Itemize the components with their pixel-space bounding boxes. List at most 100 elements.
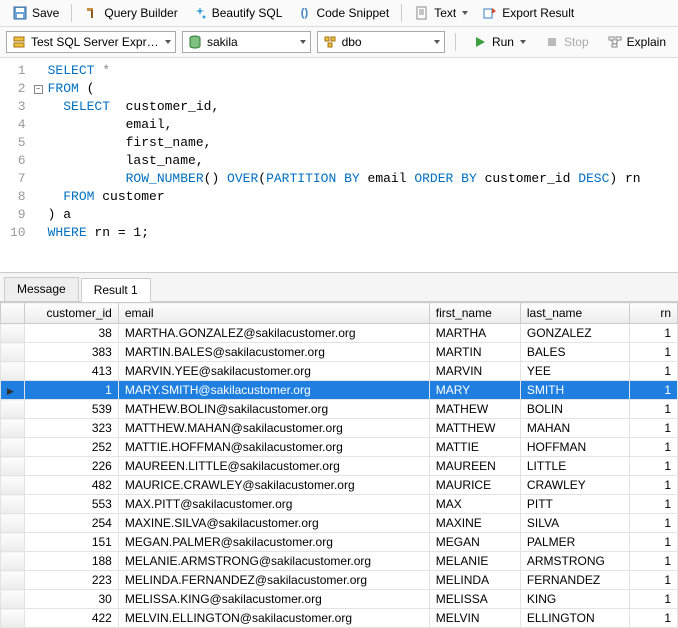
code-area[interactable]: SELECT *FROM ( SELECT customer_id, email… <box>48 62 678 242</box>
cell-rn[interactable]: 1 <box>629 533 677 552</box>
column-header-email[interactable]: email <box>118 303 429 324</box>
cell-email[interactable]: MELISSA.KING@sakilacustomer.org <box>118 590 429 609</box>
cell-customer_id[interactable]: 539 <box>24 400 118 419</box>
row-handle[interactable] <box>1 457 25 476</box>
code-snippet-button[interactable]: () Code Snippet <box>290 3 395 23</box>
table-row[interactable]: 323MATTHEW.MAHAN@sakilacustomer.orgMATTH… <box>1 419 678 438</box>
cell-first_name[interactable]: MELINDA <box>429 571 520 590</box>
table-row[interactable]: 188MELANIE.ARMSTRONG@sakilacustomer.orgM… <box>1 552 678 571</box>
cell-first_name[interactable]: MARY <box>429 381 520 400</box>
cell-email[interactable]: MARVIN.YEE@sakilacustomer.org <box>118 362 429 381</box>
cell-customer_id[interactable]: 38 <box>24 324 118 343</box>
cell-first_name[interactable]: MARTHA <box>429 324 520 343</box>
row-handle[interactable] <box>1 362 25 381</box>
row-handle[interactable] <box>1 609 25 628</box>
explain-button[interactable]: Explain <box>601 32 672 52</box>
cell-rn[interactable]: 1 <box>629 590 677 609</box>
cell-last_name[interactable]: BALES <box>520 343 629 362</box>
cell-customer_id[interactable]: 254 <box>24 514 118 533</box>
table-row[interactable]: 30MELISSA.KING@sakilacustomer.orgMELISSA… <box>1 590 678 609</box>
table-row[interactable]: 223MELINDA.FERNANDEZ@sakilacustomer.orgM… <box>1 571 678 590</box>
column-header-last_name[interactable]: last_name <box>520 303 629 324</box>
cell-customer_id[interactable]: 482 <box>24 476 118 495</box>
cell-customer_id[interactable]: 252 <box>24 438 118 457</box>
row-handle[interactable] <box>1 381 25 400</box>
cell-rn[interactable]: 1 <box>629 476 677 495</box>
table-row[interactable]: 252MATTIE.HOFFMAN@sakilacustomer.orgMATT… <box>1 438 678 457</box>
cell-last_name[interactable]: HOFFMAN <box>520 438 629 457</box>
cell-last_name[interactable]: PITT <box>520 495 629 514</box>
cell-email[interactable]: MAUREEN.LITTLE@sakilacustomer.org <box>118 457 429 476</box>
cell-last_name[interactable]: FERNANDEZ <box>520 571 629 590</box>
row-handle[interactable] <box>1 324 25 343</box>
cell-rn[interactable]: 1 <box>629 609 677 628</box>
cell-first_name[interactable]: MATTIE <box>429 438 520 457</box>
cell-customer_id[interactable]: 323 <box>24 419 118 438</box>
cell-rn[interactable]: 1 <box>629 400 677 419</box>
cell-first_name[interactable]: MELVIN <box>429 609 520 628</box>
cell-first_name[interactable]: MATHEW <box>429 400 520 419</box>
cell-last_name[interactable]: BOLIN <box>520 400 629 419</box>
cell-first_name[interactable]: MAUREEN <box>429 457 520 476</box>
cell-email[interactable]: MARTHA.GONZALEZ@sakilacustomer.org <box>118 324 429 343</box>
cell-email[interactable]: MATTHEW.MAHAN@sakilacustomer.org <box>118 419 429 438</box>
row-handle[interactable] <box>1 476 25 495</box>
cell-customer_id[interactable]: 30 <box>24 590 118 609</box>
cell-email[interactable]: MELANIE.ARMSTRONG@sakilacustomer.org <box>118 552 429 571</box>
table-row[interactable]: 383MARTIN.BALES@sakilacustomer.orgMARTIN… <box>1 343 678 362</box>
cell-first_name[interactable]: MATTHEW <box>429 419 520 438</box>
cell-customer_id[interactable]: 226 <box>24 457 118 476</box>
cell-rn[interactable]: 1 <box>629 381 677 400</box>
row-handle[interactable] <box>1 571 25 590</box>
table-row[interactable]: 1MARY.SMITH@sakilacustomer.orgMARYSMITH1 <box>1 381 678 400</box>
cell-last_name[interactable]: SMITH <box>520 381 629 400</box>
cell-last_name[interactable]: LITTLE <box>520 457 629 476</box>
cell-last_name[interactable]: YEE <box>520 362 629 381</box>
cell-email[interactable]: MAURICE.CRAWLEY@sakilacustomer.org <box>118 476 429 495</box>
fold-toggle[interactable]: − <box>34 85 43 94</box>
cell-email[interactable]: MATHEW.BOLIN@sakilacustomer.org <box>118 400 429 419</box>
cell-last_name[interactable]: CRAWLEY <box>520 476 629 495</box>
tab-message[interactable]: Message <box>4 277 79 301</box>
table-row[interactable]: 553MAX.PITT@sakilacustomer.orgMAXPITT1 <box>1 495 678 514</box>
row-handle[interactable] <box>1 514 25 533</box>
tab-result-1[interactable]: Result 1 <box>81 278 151 302</box>
cell-email[interactable]: MELVIN.ELLINGTON@sakilacustomer.org <box>118 609 429 628</box>
column-header-customer_id[interactable]: customer_id <box>24 303 118 324</box>
connection-combo[interactable]: Test SQL Server Expres <box>6 31 176 53</box>
schema-combo[interactable]: dbo <box>317 31 446 53</box>
save-button[interactable]: Save <box>6 3 65 23</box>
cell-rn[interactable]: 1 <box>629 571 677 590</box>
cell-last_name[interactable]: PALMER <box>520 533 629 552</box>
cell-rn[interactable]: 1 <box>629 362 677 381</box>
cell-first_name[interactable]: MAXINE <box>429 514 520 533</box>
table-row[interactable]: 539MATHEW.BOLIN@sakilacustomer.orgMATHEW… <box>1 400 678 419</box>
cell-customer_id[interactable]: 383 <box>24 343 118 362</box>
cell-email[interactable]: MEGAN.PALMER@sakilacustomer.org <box>118 533 429 552</box>
cell-email[interactable]: MARY.SMITH@sakilacustomer.org <box>118 381 429 400</box>
cell-email[interactable]: MAX.PITT@sakilacustomer.org <box>118 495 429 514</box>
text-button[interactable]: Text <box>408 3 474 23</box>
cell-rn[interactable]: 1 <box>629 457 677 476</box>
stop-button[interactable]: Stop <box>538 32 595 52</box>
cell-email[interactable]: MELINDA.FERNANDEZ@sakilacustomer.org <box>118 571 429 590</box>
column-header-rn[interactable]: rn <box>629 303 677 324</box>
cell-last_name[interactable]: GONZALEZ <box>520 324 629 343</box>
row-handle[interactable] <box>1 400 25 419</box>
cell-email[interactable]: MATTIE.HOFFMAN@sakilacustomer.org <box>118 438 429 457</box>
cell-customer_id[interactable]: 413 <box>24 362 118 381</box>
column-header-first_name[interactable]: first_name <box>429 303 520 324</box>
cell-customer_id[interactable]: 422 <box>24 609 118 628</box>
cell-last_name[interactable]: KING <box>520 590 629 609</box>
export-result-button[interactable]: Export Result <box>476 3 580 23</box>
sql-editor[interactable]: 12345 678910 − SELECT *FROM ( SELECT cus… <box>0 58 678 273</box>
row-handle[interactable] <box>1 533 25 552</box>
beautify-sql-button[interactable]: Beautify SQL <box>186 3 289 23</box>
table-row[interactable]: 482MAURICE.CRAWLEY@sakilacustomer.orgMAU… <box>1 476 678 495</box>
cell-rn[interactable]: 1 <box>629 514 677 533</box>
cell-first_name[interactable]: MELISSA <box>429 590 520 609</box>
cell-first_name[interactable]: MAURICE <box>429 476 520 495</box>
row-handle[interactable] <box>1 343 25 362</box>
cell-first_name[interactable]: MEGAN <box>429 533 520 552</box>
table-row[interactable]: 422MELVIN.ELLINGTON@sakilacustomer.orgME… <box>1 609 678 628</box>
